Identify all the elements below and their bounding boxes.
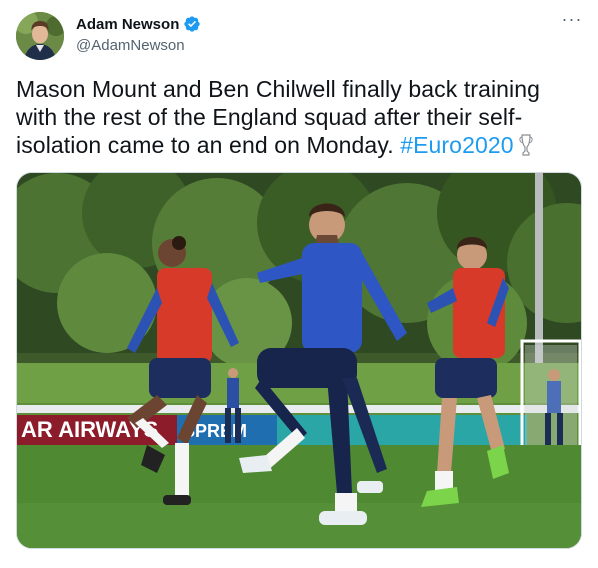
avatar[interactable] <box>16 12 64 60</box>
author-display-name[interactable]: Adam Newson <box>76 16 179 33</box>
tweet-text: Mason Mount and Ben Chilwell finally bac… <box>16 75 582 159</box>
trophy-icon <box>518 133 534 157</box>
author-handle[interactable]: @AdamNewson <box>76 37 185 54</box>
hashtag-link[interactable]: #Euro2020 <box>400 132 513 158</box>
verified-badge-icon <box>183 15 201 33</box>
tweet-photo[interactable]: AR AIRWAYS SPREM <box>16 172 582 549</box>
author-name-row[interactable]: Adam Newson <box>76 15 201 33</box>
tweet-card: Adam Newson @AdamNewson ··· Mason Mount … <box>0 0 598 568</box>
profile-photo-icon <box>16 12 64 60</box>
more-options-button[interactable]: ··· <box>560 10 584 32</box>
